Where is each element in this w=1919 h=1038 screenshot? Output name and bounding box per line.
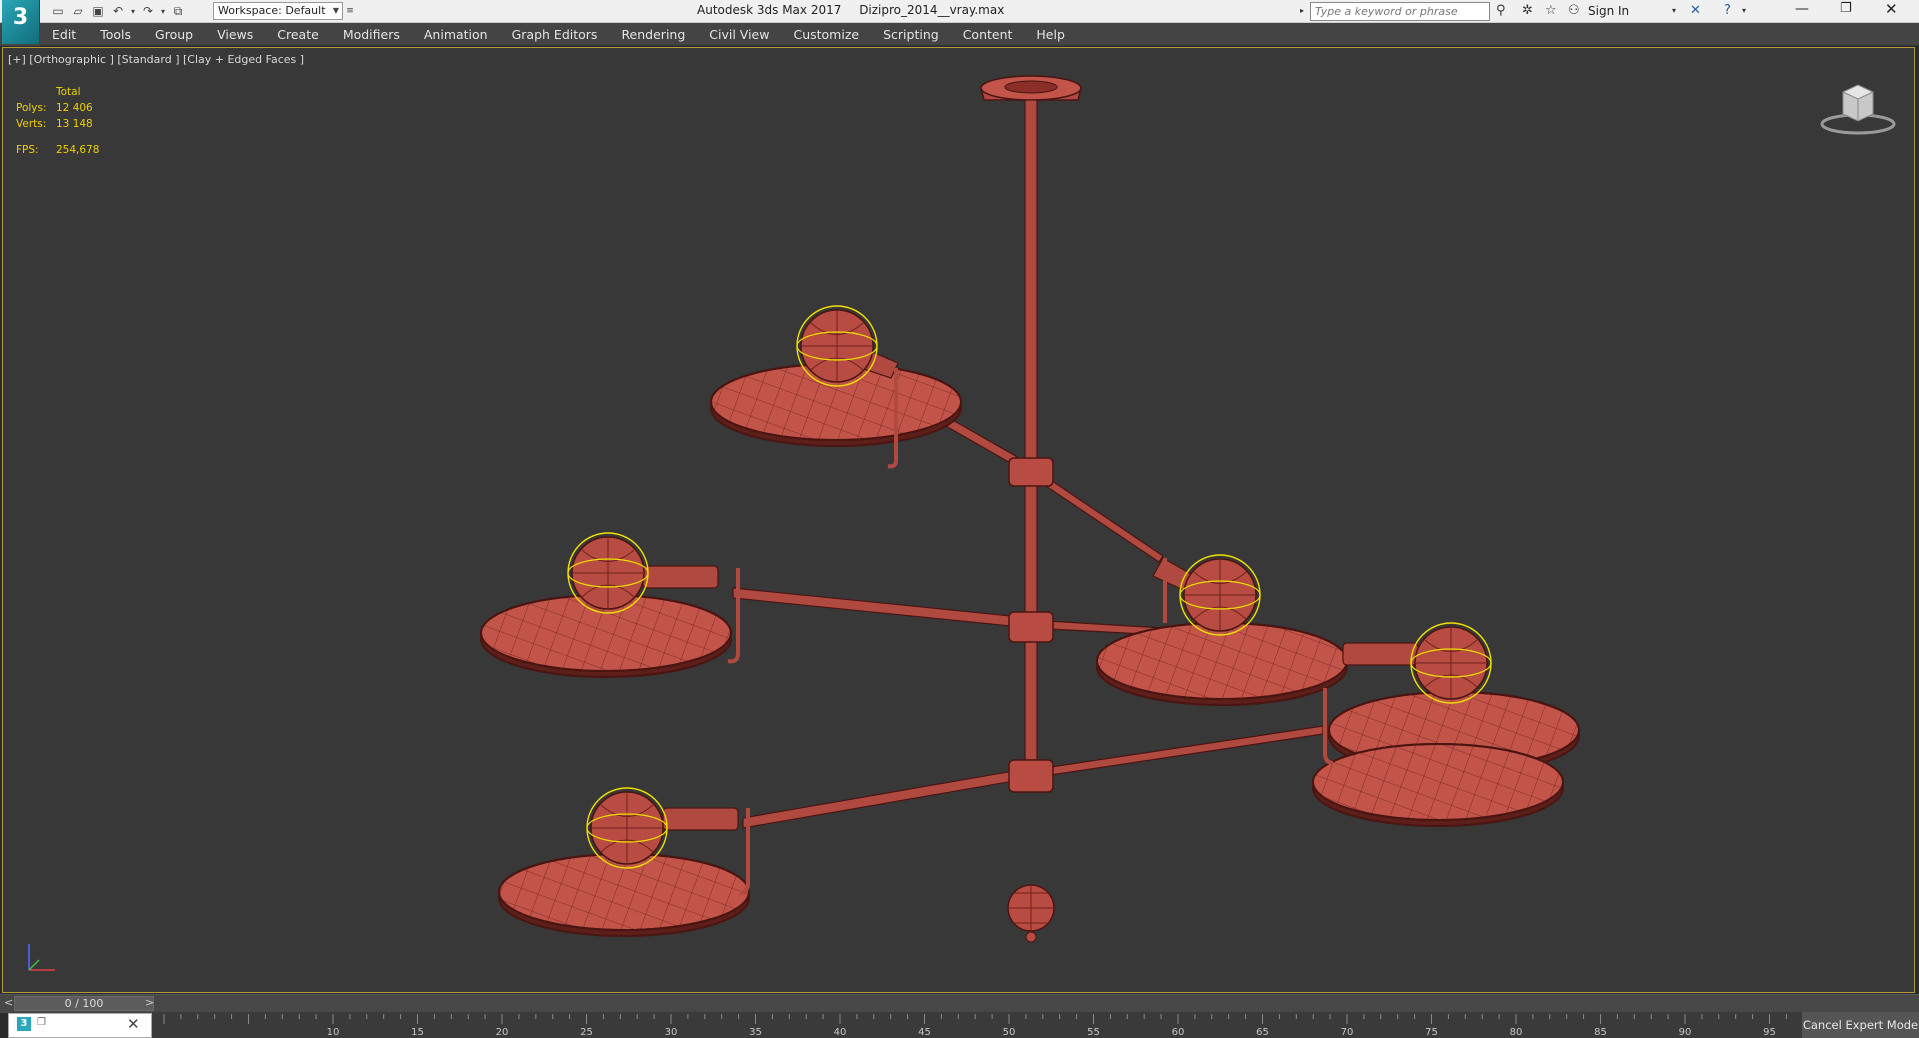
save-icon[interactable]: ▣ <box>88 2 108 20</box>
menu-bar: Edit Tools Group Views Create Modifiers … <box>40 23 1919 46</box>
app-title: Autodesk 3ds Max 2017 <box>697 3 842 17</box>
time-slider[interactable]: < 0 / 100 > <box>0 994 1919 1013</box>
help-dropdown-icon[interactable]: ▾ <box>1742 6 1746 15</box>
favorites-star-icon[interactable]: ☆ <box>1545 3 1557 18</box>
menu-graph-editors[interactable]: Graph Editors <box>500 23 610 46</box>
tick-label: 10 <box>327 1027 340 1038</box>
undo-icon[interactable]: ↶ <box>108 2 128 20</box>
menu-scripting[interactable]: Scripting <box>871 23 951 46</box>
viewport-statistics: Total Polys: 12 406 Verts: 13 148 FPS: 254,… <box>16 84 99 158</box>
expand-search-icon[interactable]: ▸ <box>1300 6 1304 15</box>
menu-edit[interactable]: Edit <box>40 23 88 46</box>
search-input[interactable]: Type a keyword or phrase <box>1310 2 1490 21</box>
customize-qat-button[interactable]: ≡ <box>344 2 356 20</box>
track-bar-ticks: 101520253035404550556065707580859095100 <box>163 1014 1787 1038</box>
tick-label: 70 <box>1341 1027 1354 1038</box>
window-title: Autodesk 3ds Max 2017 Dizipro_2014__vray… <box>697 3 1018 17</box>
tick-label: 90 <box>1679 1027 1692 1038</box>
tick-label: 40 <box>834 1027 847 1038</box>
central-rod[interactable] <box>1024 99 1038 761</box>
tick-label: 15 <box>411 1027 424 1038</box>
restore-button[interactable]: ❐ <box>1840 1 1852 16</box>
tick-label: 60 <box>1172 1027 1185 1038</box>
tick-label: 85 <box>1594 1027 1607 1038</box>
tick-label: 25 <box>580 1027 593 1038</box>
ceiling-canopy[interactable] <box>980 75 1082 101</box>
tick-label: 80 <box>1510 1027 1523 1038</box>
fps-label: FPS: <box>16 144 39 156</box>
title-bar: ▭ ▱ ▣ ↶ ▾ ↷ ▾ ⧉ Workspace: Default ▼ ≡ A… <box>0 0 1919 23</box>
menu-tools[interactable]: Tools <box>88 23 143 46</box>
perspective-viewport[interactable]: [+] [Orthographic ] [Standard ] [Clay + … <box>2 47 1915 993</box>
cancel-expert-mode-button[interactable]: Cancel Expert Mode <box>1802 1012 1919 1038</box>
tick-label: 35 <box>749 1027 762 1038</box>
tick-label: 75 <box>1425 1027 1438 1038</box>
menu-help[interactable]: Help <box>1024 23 1077 46</box>
close-icon[interactable]: ✕ <box>127 1015 140 1033</box>
menu-rendering[interactable]: Rendering <box>609 23 697 46</box>
viewport-label-menu[interactable]: [+] [Orthographic ] [Standard ] [Clay + … <box>8 53 304 66</box>
polys-value: 12 406 <box>56 102 93 114</box>
previous-frame-button[interactable]: < <box>4 996 13 1009</box>
verts-label: Verts: <box>16 118 47 130</box>
app-logo-icon: 3 <box>17 1017 31 1031</box>
communication-center-icon[interactable]: ✲ <box>1522 3 1533 18</box>
tick-label: 95 <box>1763 1027 1776 1038</box>
chandelier-model[interactable] <box>3 48 1914 992</box>
time-slider-thumb[interactable]: 0 / 100 <box>14 996 154 1011</box>
mini-listener[interactable]: 3 ❐ ✕ <box>8 1013 152 1038</box>
menu-views[interactable]: Views <box>205 23 265 46</box>
open-file-icon[interactable]: ▱ <box>68 2 88 20</box>
track-bar[interactable]: 101520253035404550556065707580859095100 <box>152 1012 1802 1038</box>
menu-icon: ≡ <box>346 6 354 16</box>
viewcube-icon[interactable] <box>1818 72 1898 142</box>
menu-content[interactable]: Content <box>951 23 1025 46</box>
menu-animation[interactable]: Animation <box>412 23 500 46</box>
minimize-button[interactable]: — <box>1795 1 1809 17</box>
help-icon[interactable]: ? <box>1724 3 1731 18</box>
tick-label: 45 <box>918 1027 931 1038</box>
binoculars-icon[interactable]: ⚲ <box>1496 3 1506 18</box>
chevron-down-icon[interactable]: ▾ <box>1672 6 1676 15</box>
tick-label: 20 <box>496 1027 509 1038</box>
user-icon: ⚇ <box>1568 3 1580 18</box>
polys-label: Polys: <box>16 102 47 114</box>
menu-group[interactable]: Group <box>143 23 205 46</box>
undo-dropdown-icon[interactable]: ▾ <box>128 2 138 20</box>
restore-icon[interactable]: ❐ <box>37 1017 46 1028</box>
tick-label: 30 <box>665 1027 678 1038</box>
stats-header: Total <box>56 86 81 98</box>
redo-icon[interactable]: ↷ <box>138 2 158 20</box>
menu-create[interactable]: Create <box>265 23 331 46</box>
project-folder-icon[interactable]: ⧉ <box>168 2 188 20</box>
axis-tripod-icon <box>28 944 55 971</box>
menu-modifiers[interactable]: Modifiers <box>331 23 412 46</box>
menu-customize[interactable]: Customize <box>781 23 871 46</box>
menu-civil-view[interactable]: Civil View <box>697 23 781 46</box>
tick-label: 65 <box>1256 1027 1269 1038</box>
quick-access-toolbar: ▭ ▱ ▣ ↶ ▾ ↷ ▾ ⧉ <box>48 2 188 20</box>
chevron-down-icon: ▼ <box>332 6 339 15</box>
fps-value: 254,678 <box>56 144 100 156</box>
tick-label: 50 <box>1003 1027 1016 1038</box>
verts-value: 13 148 <box>56 118 93 130</box>
sign-in-button[interactable]: Sign In <box>1588 4 1629 18</box>
tick-label: 55 <box>1087 1027 1100 1038</box>
next-frame-button[interactable]: > <box>145 996 154 1009</box>
exchange-apps-icon[interactable]: ✕ <box>1690 3 1701 18</box>
application-button[interactable]: 3 <box>2 0 40 44</box>
new-file-icon[interactable]: ▭ <box>48 2 68 20</box>
workspace-label: Workspace: Default <box>218 4 326 17</box>
bottom-finial[interactable] <box>1007 884 1055 943</box>
close-button[interactable]: ✕ <box>1885 0 1898 18</box>
workspace-dropdown[interactable]: Workspace: Default ▼ <box>213 2 343 20</box>
redo-dropdown-icon[interactable]: ▾ <box>158 2 168 20</box>
file-name: Dizipro_2014__vray.max <box>859 3 1005 17</box>
